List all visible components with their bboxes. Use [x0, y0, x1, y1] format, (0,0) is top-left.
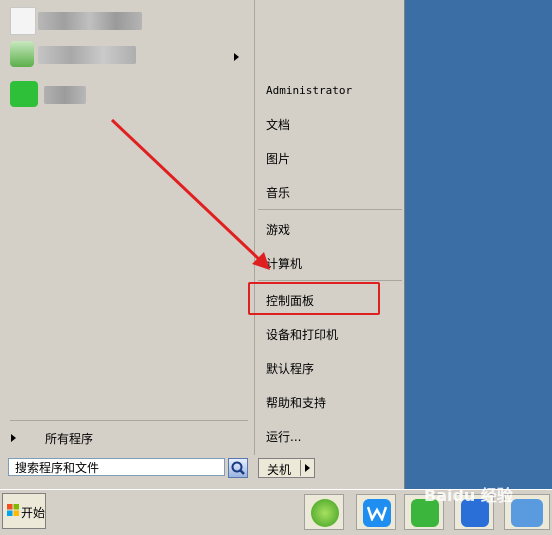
submenu-arrow-icon: [234, 53, 239, 61]
all-programs-button[interactable]: 所有程序: [8, 428, 248, 448]
menu-item-run[interactable]: 运行...: [266, 428, 301, 445]
menu-item-music[interactable]: 音乐: [266, 184, 290, 201]
right-pane-separator: [258, 209, 402, 210]
recent-program-item[interactable]: [10, 4, 240, 35]
menu-item-default-programs[interactable]: 默认程序: [266, 360, 314, 377]
right-pane-separator: [258, 280, 402, 281]
start-menu-left-pane: [3, 0, 251, 455]
menu-item-help-support[interactable]: 帮助和支持: [266, 394, 326, 411]
start-menu: [0, 0, 405, 489]
recent-program-item[interactable]: [10, 38, 240, 68]
recent-program-item[interactable]: [10, 78, 240, 108]
search-input[interactable]: 搜索程序和文件: [8, 458, 225, 476]
taskbar-wps-button[interactable]: [356, 494, 396, 530]
windows-logo-icon: [7, 504, 19, 516]
start-label: 开始: [21, 506, 46, 520]
triangle-right-icon: [11, 434, 16, 442]
menu-item-pictures[interactable]: 图片: [266, 150, 290, 167]
blurred-label: [44, 86, 86, 104]
all-programs-label: 所有程序: [45, 432, 94, 446]
menu-item-devices-printers[interactable]: 设备和打印机: [266, 326, 338, 343]
shutdown-label: 关机: [267, 463, 292, 477]
shutdown-divider: [300, 460, 301, 476]
taskbar-ie-button[interactable]: [304, 494, 344, 530]
app-icon: [10, 41, 34, 67]
blurred-label: [38, 12, 142, 30]
highlight-box: [248, 282, 380, 315]
document-icon: [10, 7, 36, 35]
menu-item-computer[interactable]: 计算机: [266, 255, 302, 272]
magnifier-icon: [231, 461, 245, 475]
ie-icon: [311, 499, 339, 527]
menu-item-documents[interactable]: 文档: [266, 116, 290, 133]
shutdown-button[interactable]: 关机: [258, 458, 315, 478]
user-name[interactable]: Administrator: [266, 84, 352, 97]
desktop-icon: [511, 499, 543, 527]
blurred-label: [38, 46, 136, 64]
menu-item-games[interactable]: 游戏: [266, 221, 290, 238]
left-pane-separator: [10, 420, 248, 421]
search-button[interactable]: [228, 458, 248, 478]
w-letter-icon: [367, 506, 387, 521]
watermark: Baidu 经验: [424, 486, 513, 505]
search-placeholder: 搜索程序和文件: [15, 461, 100, 475]
triangle-right-icon[interactable]: [305, 464, 310, 472]
app-icon: [10, 81, 38, 107]
start-button[interactable]: 开始: [2, 493, 46, 529]
